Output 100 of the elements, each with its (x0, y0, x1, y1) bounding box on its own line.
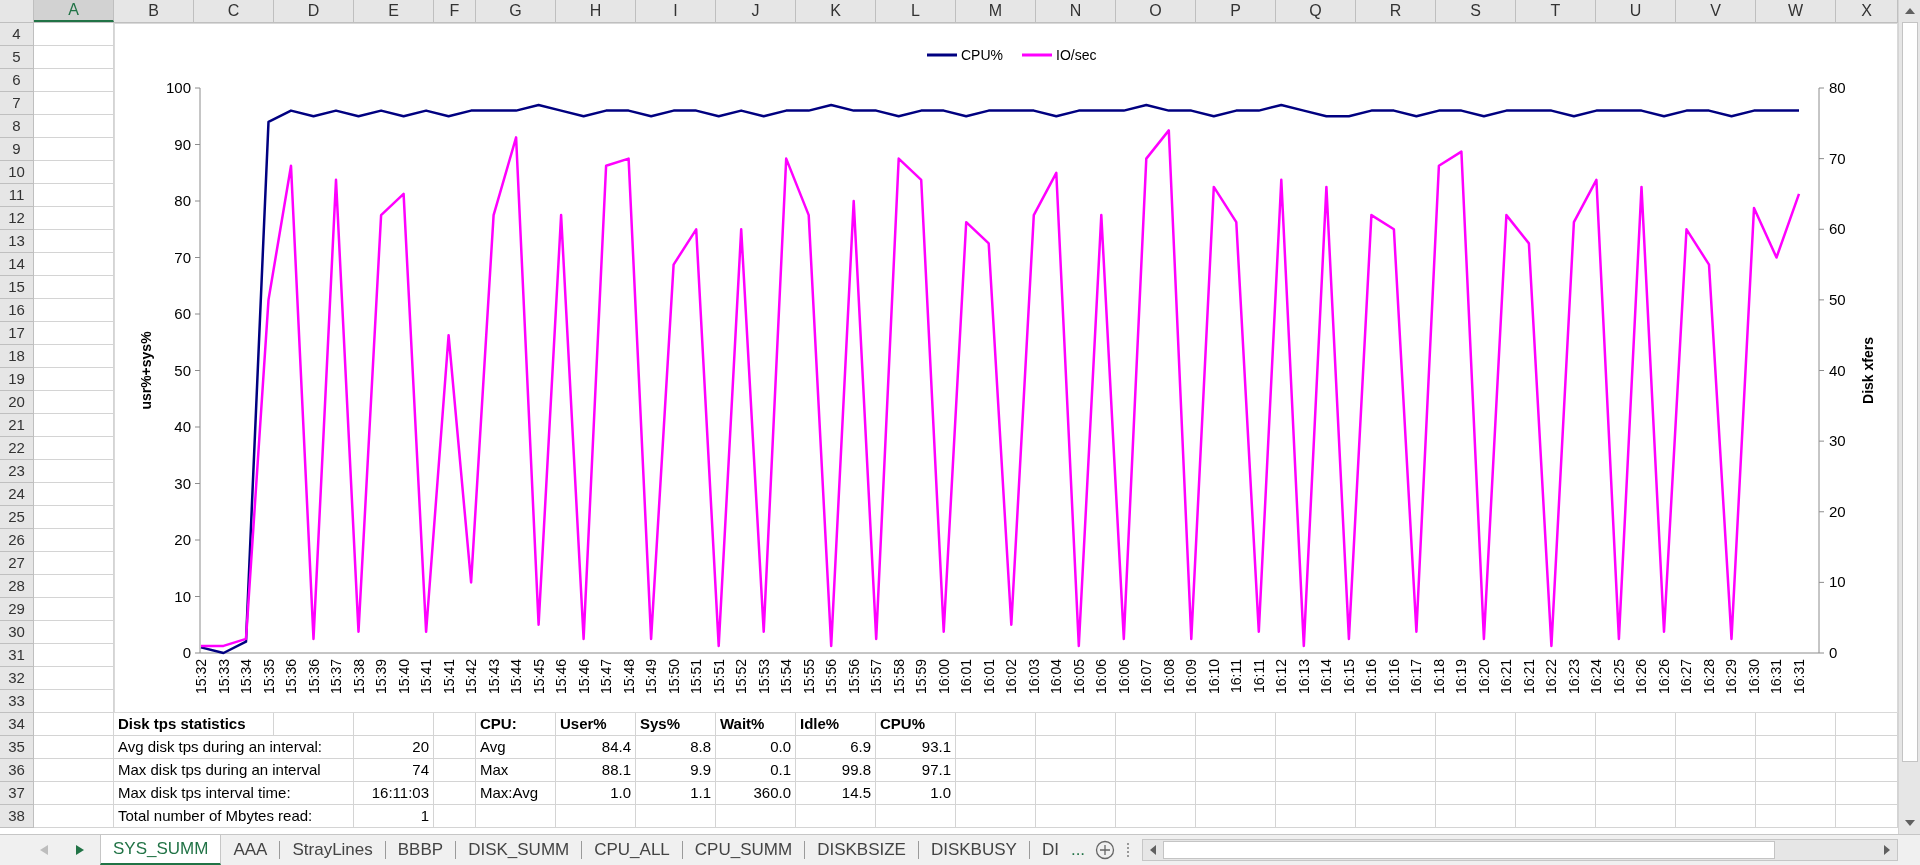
scroll-right-icon[interactable] (76, 845, 84, 855)
axis-label: 15:54 (778, 659, 795, 695)
scroll-left-icon[interactable] (1150, 845, 1157, 855)
row-header[interactable]: 32 (0, 667, 34, 690)
row-header[interactable]: 36 (0, 759, 34, 782)
scroll-right-icon[interactable] (1884, 845, 1890, 855)
column-header[interactable]: M (956, 0, 1036, 22)
row-header[interactable]: 24 (0, 483, 34, 506)
column-header[interactable]: S (1436, 0, 1516, 22)
column-header[interactable]: R (1356, 0, 1436, 22)
sheet-tab[interactable]: CPU_SUMM (682, 835, 805, 865)
sheet-tab[interactable]: StrayLines (280, 835, 385, 865)
column-header[interactable]: P (1196, 0, 1276, 22)
table-cell: Max disk tps during an interval (114, 759, 354, 782)
axis-label: 16:07 (1138, 659, 1155, 695)
row-header[interactable]: 9 (0, 138, 34, 161)
scroll-thumb[interactable] (1901, 22, 1918, 762)
scroll-up-icon[interactable] (1904, 8, 1915, 14)
row-header[interactable]: 5 (0, 46, 34, 69)
sheet-tab[interactable]: DISK_SUMM (456, 835, 582, 865)
row-header[interactable]: 23 (0, 460, 34, 483)
column-header[interactable]: D (274, 0, 354, 22)
row-header[interactable]: 14 (0, 253, 34, 276)
row-header[interactable]: 15 (0, 276, 34, 299)
column-header[interactable]: F (434, 0, 476, 22)
axis-label: 16:25 (1610, 659, 1627, 695)
row-header[interactable]: 17 (0, 322, 34, 345)
row-header[interactable]: 16 (0, 299, 34, 322)
scroll-down-icon[interactable] (1904, 820, 1915, 826)
row-header[interactable]: 38 (0, 805, 34, 828)
axis-label: 50 (174, 361, 191, 379)
table-cell: CPU% (876, 713, 956, 736)
column-header[interactable]: T (1516, 0, 1596, 22)
row-header[interactable]: 30 (0, 621, 34, 644)
column-header[interactable]: K (796, 0, 876, 22)
column-header[interactable]: L (876, 0, 956, 22)
column-header[interactable]: H (556, 0, 636, 22)
sheet-tab[interactable]: AAA (221, 835, 280, 865)
row-header[interactable]: 21 (0, 414, 34, 437)
sheet-tab[interactable]: BBBP (385, 835, 456, 865)
column-header[interactable]: J (716, 0, 796, 22)
column-header[interactable]: C (194, 0, 274, 22)
column-header[interactable]: B (114, 0, 194, 22)
axis-label: 16:17 (1408, 659, 1425, 695)
column-header[interactable]: N (1036, 0, 1116, 22)
row-header[interactable]: 7 (0, 92, 34, 115)
table-cell: 1.0 (556, 782, 636, 805)
sheet-tab[interactable]: DI (1029, 835, 1071, 865)
row-header[interactable]: 4 (0, 23, 34, 46)
row-header[interactable]: 13 (0, 230, 34, 253)
table-cell: 1.1 (636, 782, 716, 805)
horizontal-scrollbar[interactable] (1142, 839, 1898, 861)
row-header[interactable]: 22 (0, 437, 34, 460)
column-header[interactable]: W (1756, 0, 1836, 22)
axis-label: 15:41 (418, 659, 435, 695)
row-header[interactable]: 6 (0, 69, 34, 92)
column-header[interactable]: Q (1276, 0, 1356, 22)
row-header[interactable]: 20 (0, 391, 34, 414)
column-header[interactable]: G (476, 0, 556, 22)
axis-label: 16:31 (1791, 659, 1807, 695)
axis-label: 10 (174, 587, 191, 605)
row-header[interactable]: 26 (0, 529, 34, 552)
axis-label: 16:00 (935, 659, 952, 695)
scroll-thumb[interactable] (1163, 841, 1776, 859)
add-sheet-icon[interactable] (1095, 840, 1116, 860)
axis-label: 16:12 (1273, 659, 1290, 695)
axis-label: 70 (174, 248, 191, 266)
row-header[interactable]: 37 (0, 782, 34, 805)
axis-label: 15:42 (463, 659, 480, 695)
sheet-tab[interactable]: SYS_SUMM (100, 835, 222, 865)
sheet-tab[interactable]: CPU_ALL (582, 835, 682, 865)
row-header[interactable]: 18 (0, 345, 34, 368)
row-header[interactable]: 27 (0, 552, 34, 575)
axis-title: usr%+sys% (138, 331, 154, 410)
axis-label: 16:01 (958, 659, 975, 695)
sheet-tab[interactable]: DISKBSIZE (805, 835, 918, 865)
sheet-tab[interactable]: DISKBUSY (918, 835, 1029, 865)
axis-label: 16:16 (1363, 659, 1380, 695)
column-header[interactable]: U (1596, 0, 1676, 22)
row-header[interactable]: 31 (0, 644, 34, 667)
row-header[interactable]: 10 (0, 161, 34, 184)
axis-label: 0 (182, 644, 191, 661)
vertical-scrollbar[interactable] (1898, 0, 1920, 834)
row-header[interactable]: 34 (0, 713, 34, 736)
column-header[interactable]: I (636, 0, 716, 22)
column-header[interactable]: A (34, 0, 114, 22)
row-header[interactable]: 25 (0, 506, 34, 529)
column-header[interactable]: E (354, 0, 434, 22)
row-header[interactable]: 33 (0, 690, 34, 713)
row-header[interactable]: 28 (0, 575, 34, 598)
more-tabs[interactable]: ... (1070, 837, 1096, 863)
row-header[interactable]: 12 (0, 207, 34, 230)
table-cell: 99.8 (796, 759, 876, 782)
row-header[interactable]: 19 (0, 368, 34, 391)
row-header[interactable]: 35 (0, 736, 34, 759)
column-header[interactable]: V (1676, 0, 1756, 22)
row-header[interactable]: 8 (0, 115, 34, 138)
row-header[interactable]: 11 (0, 184, 34, 207)
row-header[interactable]: 29 (0, 598, 34, 621)
column-header[interactable]: O (1116, 0, 1196, 22)
